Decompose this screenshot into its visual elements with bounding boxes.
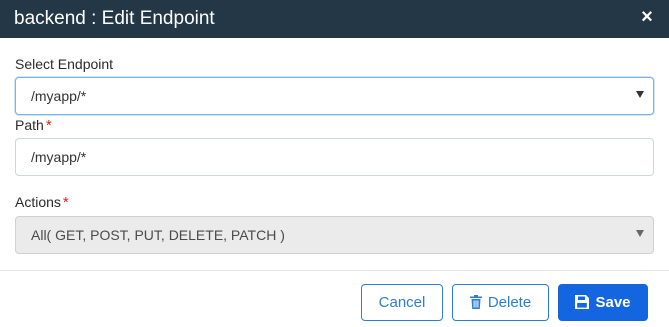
delete-button[interactable]: Delete — [452, 284, 549, 321]
actions-label-text: Actions — [15, 194, 61, 210]
select-endpoint-label: Select Endpoint — [15, 55, 113, 73]
dialog-title: backend : Edit Endpoint — [14, 8, 215, 29]
dialog-header: backend : Edit Endpoint × — [0, 0, 669, 38]
select-endpoint-value: /myapp/* — [31, 88, 87, 104]
caret-down-icon — [636, 230, 644, 237]
path-input-value: /myapp/* — [31, 149, 87, 165]
cancel-button-label: Cancel — [378, 294, 426, 311]
select-endpoint-label-text: Select Endpoint — [15, 56, 114, 72]
close-icon[interactable]: × — [639, 6, 655, 28]
cancel-button[interactable]: Cancel — [361, 284, 443, 321]
save-button[interactable]: Save — [558, 284, 648, 321]
footer-divider — [0, 270, 669, 271]
actions-value: All( GET, POST, PUT, DELETE, PATCH ) — [31, 227, 285, 243]
edit-endpoint-dialog: backend : Edit Endpoint × Select Endpoin… — [0, 0, 669, 327]
path-input[interactable]: /myapp/* — [15, 138, 654, 176]
required-marker: * — [62, 194, 69, 211]
select-endpoint-dropdown[interactable]: /myapp/* — [15, 77, 654, 115]
path-label: Path * — [15, 116, 52, 135]
delete-button-label: Delete — [487, 294, 532, 311]
trash-icon — [469, 295, 482, 309]
caret-down-icon — [636, 91, 644, 98]
actions-label: Actions * — [15, 193, 69, 212]
floppy-disk-icon — [575, 295, 590, 309]
save-button-label: Save — [595, 294, 631, 311]
required-marker: * — [45, 117, 52, 134]
actions-dropdown[interactable]: All( GET, POST, PUT, DELETE, PATCH ) — [15, 216, 654, 254]
path-label-text: Path — [15, 117, 44, 133]
